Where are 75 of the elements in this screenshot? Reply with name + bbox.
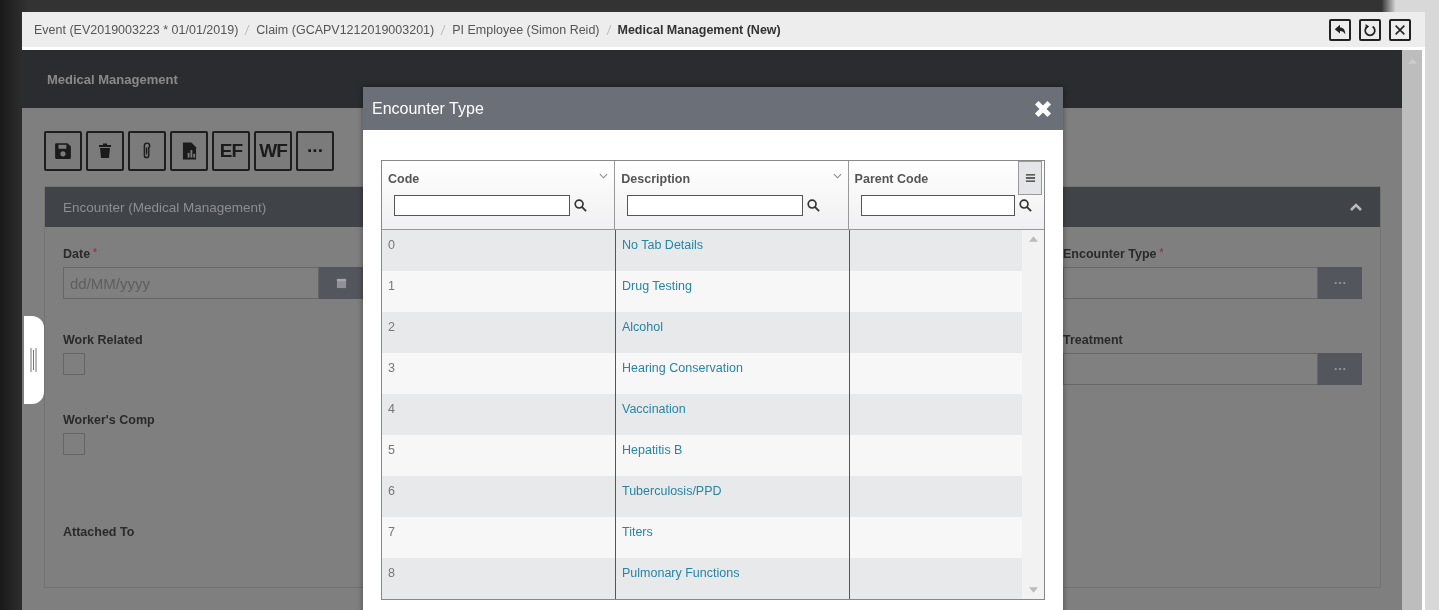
grip-icon bbox=[30, 347, 38, 373]
breadcrumb-item: Medical Management (New) bbox=[617, 22, 781, 37]
checkbox[interactable] bbox=[63, 433, 85, 455]
lookup-field[interactable] bbox=[1063, 353, 1318, 385]
column-header[interactable]: Description bbox=[621, 172, 691, 186]
description-link[interactable]: Vaccination bbox=[622, 402, 686, 416]
report-button[interactable] bbox=[170, 131, 208, 171]
close-icon bbox=[1033, 98, 1053, 119]
table-cell: 1 bbox=[388, 279, 395, 293]
close-icon bbox=[1393, 22, 1407, 37]
lookup-field[interactable] bbox=[1063, 267, 1318, 299]
separator-icon bbox=[440, 23, 447, 36]
column-header[interactable]: Parent Code bbox=[854, 172, 929, 186]
refresh-button[interactable] bbox=[1359, 18, 1381, 41]
description-link[interactable]: Pulmonary Functions bbox=[622, 566, 740, 580]
collapse-icon[interactable] bbox=[1350, 203, 1362, 211]
field-label: Treatment bbox=[1063, 333, 1123, 347]
refresh-icon bbox=[1363, 22, 1377, 37]
calendar-icon bbox=[335, 277, 347, 289]
close-button[interactable] bbox=[1389, 18, 1411, 41]
ellipsis-icon bbox=[1334, 367, 1346, 371]
table-cell: 5 bbox=[388, 443, 395, 457]
column-header[interactable]: Code bbox=[388, 172, 420, 186]
ellipsis-icon bbox=[1334, 281, 1346, 285]
description-link[interactable]: No Tab Details bbox=[622, 238, 704, 252]
search-icon[interactable] bbox=[574, 199, 587, 212]
save-button[interactable] bbox=[44, 131, 82, 171]
required-mark: * bbox=[93, 247, 97, 258]
table-cell: 8 bbox=[388, 566, 395, 580]
filter-field[interactable] bbox=[394, 195, 570, 216]
page-title: Medical Management bbox=[47, 71, 178, 87]
breadcrumb-item[interactable]: Claim (GCAPV1212019003201) bbox=[256, 22, 435, 37]
search-icon[interactable] bbox=[807, 199, 821, 212]
menu-icon bbox=[1024, 173, 1036, 183]
field-label: Worker's Comp bbox=[63, 413, 155, 427]
description-link[interactable]: Alcohol bbox=[622, 320, 663, 334]
filter-field[interactable] bbox=[860, 195, 1015, 216]
table-cell: 3 bbox=[388, 361, 395, 375]
search-icon[interactable] bbox=[1018, 199, 1032, 212]
separator-icon bbox=[244, 23, 251, 36]
breadcrumb-item[interactable]: PI Employee (Simon Reid) bbox=[452, 22, 600, 37]
table-cell: 0 bbox=[388, 238, 395, 252]
chevron-down-icon[interactable] bbox=[599, 173, 609, 179]
field-label: Encounter Type bbox=[1063, 247, 1157, 261]
toolbar-button[interactable]: ··· bbox=[296, 131, 334, 171]
back-button[interactable] bbox=[1329, 18, 1351, 41]
file-chart-icon bbox=[181, 141, 197, 161]
dialog-title: Encounter Type bbox=[372, 99, 484, 118]
table-cell: 6 bbox=[388, 484, 395, 498]
description-link[interactable]: Tuberculosis/PPD bbox=[622, 484, 722, 498]
table-cell: 2 bbox=[388, 320, 395, 334]
description-link[interactable]: Hearing Conservation bbox=[622, 361, 743, 375]
delete-button[interactable] bbox=[86, 131, 124, 171]
toolbar-button[interactable]: EF bbox=[212, 131, 250, 171]
description-link[interactable]: Drug Testing bbox=[622, 279, 692, 293]
required-mark: * bbox=[1159, 247, 1164, 258]
description-link[interactable]: Hepatitis B bbox=[622, 443, 683, 457]
breadcrumb-item[interactable]: Event (EV2019003223 * 01/01/2019) bbox=[34, 22, 239, 37]
description-link[interactable]: Titers bbox=[622, 525, 653, 539]
table-cell: 7 bbox=[388, 525, 395, 539]
field-label: Work Related bbox=[63, 333, 143, 347]
column-menu-button[interactable] bbox=[1018, 161, 1042, 195]
toolbar-button[interactable]: WF bbox=[254, 131, 292, 171]
field-label: Attached To bbox=[63, 525, 135, 539]
trash-icon bbox=[97, 142, 113, 160]
checkbox[interactable] bbox=[63, 353, 85, 375]
filter-field[interactable] bbox=[627, 195, 804, 216]
table-cell: 4 bbox=[388, 402, 395, 416]
field-label: Date bbox=[63, 247, 91, 261]
attach-button[interactable] bbox=[128, 131, 166, 171]
section-title: Encounter (Medical Management) bbox=[63, 199, 267, 215]
separator-icon bbox=[605, 23, 612, 36]
chevron-down-icon[interactable] bbox=[832, 173, 842, 179]
panel-handle[interactable] bbox=[24, 316, 44, 404]
calendar-button[interactable] bbox=[319, 267, 363, 299]
